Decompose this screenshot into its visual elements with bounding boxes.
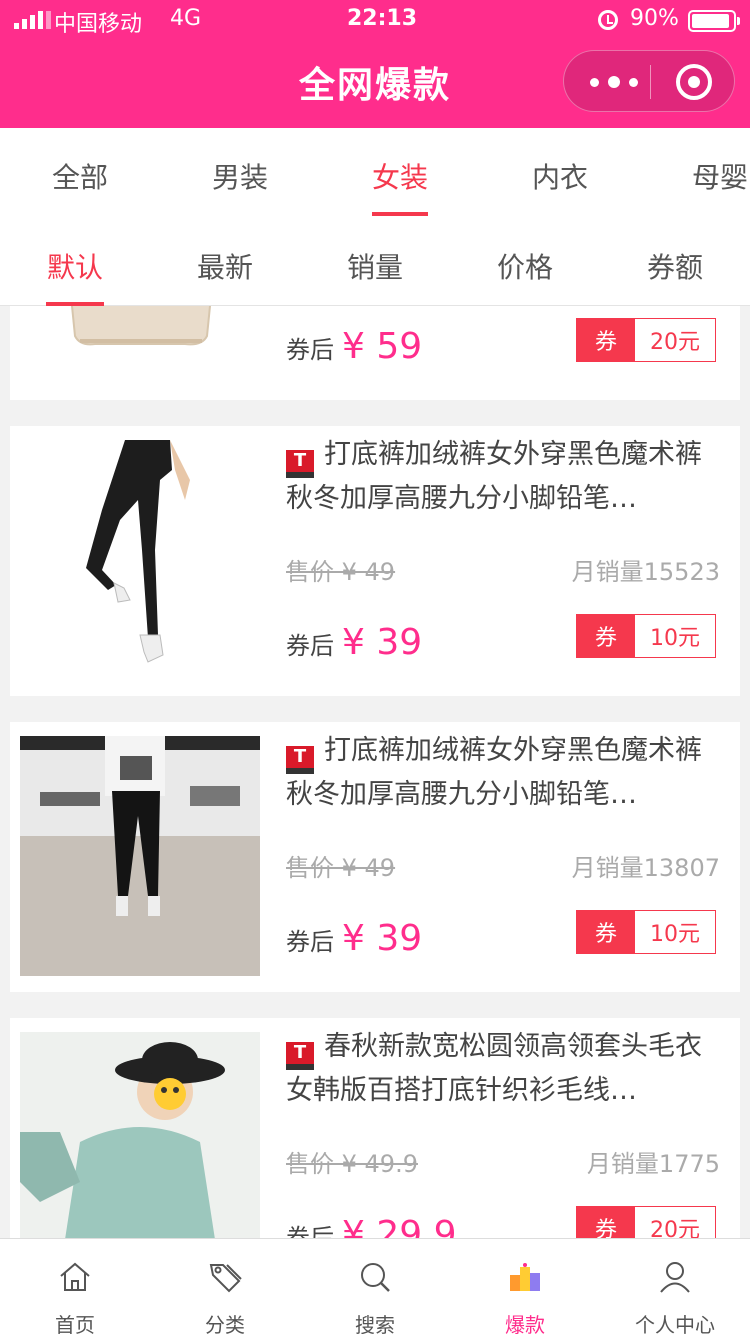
hot-icon xyxy=(510,1263,540,1291)
product-title[interactable]: T 打底裤加绒裤女外穿黑色魔术裤秋冬加厚高腰九分小脚铅笔… xyxy=(286,730,726,816)
tab-search[interactable]: 搜索 xyxy=(300,1239,450,1334)
after-coupon-label: 券后 xyxy=(286,632,334,660)
tab-profile[interactable]: 个人中心 xyxy=(600,1239,750,1334)
sort-sales[interactable]: 销量 xyxy=(347,246,403,286)
battery-percent: 90% xyxy=(630,6,679,31)
miniapp-capsule xyxy=(563,50,735,112)
coupon-amount: 20元 xyxy=(650,1218,700,1238)
category-active-indicator xyxy=(372,212,428,216)
top-bar: 中国移动 4G 22:13 90% 全网爆款 xyxy=(0,0,750,128)
product-list: 券后 ¥ 59 券 20元 T 打底裤加绒裤女外穿黑色魔术裤秋冬加厚高腰九分小脚铅笔… xyxy=(0,306,750,1238)
sort-tabs: 默认 最新 销量 价格 券额 xyxy=(0,218,750,306)
after-coupon-price: 券后 ¥ 29.9 xyxy=(286,1214,457,1238)
after-coupon-price: 券后 ¥ 59 xyxy=(286,326,422,367)
product-card[interactable]: T 打底裤加绒裤女外穿黑色魔术裤秋冬加厚高腰九分小脚铅笔… 售价 ¥ 49 月销量… xyxy=(10,426,740,696)
coupon-button[interactable]: 券 10元 xyxy=(576,910,716,954)
sort-coupon[interactable]: 券额 xyxy=(647,246,703,286)
product-image xyxy=(20,736,260,976)
tab-home-label: 首页 xyxy=(55,1313,95,1334)
coupon-button[interactable]: 券 20元 xyxy=(576,318,716,362)
coupon-tag: 券 xyxy=(577,1207,635,1238)
product-image xyxy=(20,440,260,680)
tab-home[interactable]: 首页 xyxy=(0,1239,150,1334)
coupon-tag: 券 xyxy=(577,615,635,657)
signal-icon xyxy=(14,11,51,29)
product-title-text: 春秋新款宽松圆领高领套头毛衣女韩版百搭打底针织衫毛线… xyxy=(286,1031,702,1106)
after-coupon-label: 券后 xyxy=(286,1224,334,1238)
tmall-icon: T xyxy=(286,746,314,774)
tab-category-all[interactable]: 全部 xyxy=(52,156,108,196)
price: ¥ 39 xyxy=(342,622,423,663)
sort-default[interactable]: 默认 xyxy=(47,246,103,286)
product-title[interactable]: T 春秋新款宽松圆领高领套头毛衣女韩版百搭打底针织衫毛线… xyxy=(286,1026,726,1112)
coupon-amount: 10元 xyxy=(650,922,700,947)
sort-newest[interactable]: 最新 xyxy=(197,246,253,286)
tab-hot[interactable]: 爆款 xyxy=(450,1239,600,1334)
network-type: 4G xyxy=(170,6,202,31)
tab-category-baby[interactable]: 母婴 xyxy=(692,156,748,196)
original-price: 售价 ¥ 49.9 xyxy=(286,1150,418,1178)
product-title[interactable]: T 打底裤加绒裤女外穿黑色魔术裤秋冬加厚高腰九分小脚铅笔… xyxy=(286,434,726,520)
product-title-text: 打底裤加绒裤女外穿黑色魔术裤秋冬加厚高腰九分小脚铅笔… xyxy=(286,735,702,810)
product-image xyxy=(20,306,260,366)
tab-category-men[interactable]: 男装 xyxy=(212,156,268,196)
coupon-amount: 20元 xyxy=(650,330,700,355)
sort-price[interactable]: 价格 xyxy=(497,246,553,286)
battery-icon xyxy=(688,10,740,32)
search-icon xyxy=(361,1263,390,1292)
original-price: 售价 ¥ 49 xyxy=(286,854,396,882)
tab-hot-label: 爆款 xyxy=(505,1313,545,1334)
target-icon[interactable] xyxy=(676,64,712,100)
product-title-text: 打底裤加绒裤女外穿黑色魔术裤秋冬加厚高腰九分小脚铅笔… xyxy=(286,439,702,514)
tag-icon xyxy=(209,1264,242,1293)
carrier: 中国移动 xyxy=(54,12,143,37)
after-coupon-price: 券后 ¥ 39 xyxy=(286,918,422,959)
after-coupon-label: 券后 xyxy=(286,336,334,364)
monthly-sales: 月销量13807 xyxy=(571,854,720,882)
after-coupon-price: 券后 ¥ 39 xyxy=(286,622,422,663)
coupon-tag: 券 xyxy=(577,319,635,361)
product-card[interactable]: T 打底裤加绒裤女外穿黑色魔术裤秋冬加厚高腰九分小脚铅笔… 售价 ¥ 49 月销量… xyxy=(10,722,740,992)
product-image xyxy=(20,1032,260,1238)
monthly-sales: 月销量1775 xyxy=(586,1150,720,1178)
price: ¥ 39 xyxy=(342,918,423,959)
monthly-sales: 月销量15523 xyxy=(571,558,720,586)
coupon-button[interactable]: 券 20元 xyxy=(576,1206,716,1238)
tab-category[interactable]: 分类 xyxy=(150,1239,300,1334)
clock: 22:13 xyxy=(347,6,418,31)
original-price: 售价 ¥ 49 xyxy=(286,558,396,586)
user-icon xyxy=(660,1262,690,1293)
home-icon xyxy=(60,1262,90,1291)
tab-category-underwear[interactable]: 内衣 xyxy=(532,156,588,196)
product-card[interactable]: T 春秋新款宽松圆领高领套头毛衣女韩版百搭打底针织衫毛线… 售价 ¥ 49.9 月… xyxy=(10,1018,740,1238)
tmall-icon: T xyxy=(286,1042,314,1070)
coupon-tag: 券 xyxy=(577,911,635,953)
capsule-divider xyxy=(650,65,651,99)
alarm-icon xyxy=(598,10,618,30)
price: ¥ 29.9 xyxy=(342,1214,457,1238)
tab-category-women[interactable]: 女装 xyxy=(372,156,428,196)
product-card[interactable]: 券后 ¥ 59 券 20元 xyxy=(10,306,740,400)
tab-profile-label: 个人中心 xyxy=(635,1313,715,1334)
more-dots-icon[interactable] xyxy=(590,67,638,97)
category-tabs: 全部 男装 女装 内衣 母婴 xyxy=(0,128,750,218)
price: ¥ 59 xyxy=(342,326,423,367)
tab-search-label: 搜索 xyxy=(355,1313,395,1334)
coupon-amount: 10元 xyxy=(650,626,700,651)
coupon-button[interactable]: 券 10元 xyxy=(576,614,716,658)
tmall-icon: T xyxy=(286,450,314,478)
after-coupon-label: 券后 xyxy=(286,928,334,956)
status-bar: 中国移动 4G 22:13 90% xyxy=(0,0,750,40)
tab-category-label: 分类 xyxy=(205,1313,245,1334)
bottom-tab-bar: 首页 分类 搜索 爆款 个人中心 xyxy=(0,1238,750,1334)
